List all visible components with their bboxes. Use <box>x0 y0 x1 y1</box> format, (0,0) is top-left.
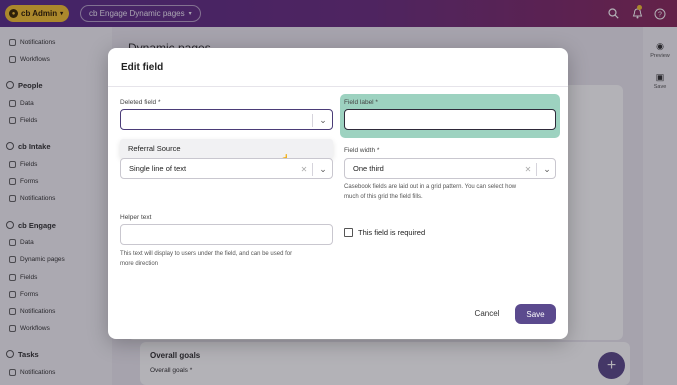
select-separator <box>312 163 313 176</box>
field-width-help: Casebook fields are laid out in a grid p… <box>344 183 559 202</box>
clear-icon[interactable]: ✕ <box>299 163 309 175</box>
required-checkbox-label[interactable]: This field is required <box>358 228 425 237</box>
field-width-help-line: much of this grid the field fills. <box>344 193 423 200</box>
save-button[interactable]: Save <box>515 304 556 324</box>
helper-text-help-line: more direction <box>120 260 159 267</box>
deleted-field-dropdown: Referral Source <box>120 139 333 158</box>
field-type-select[interactable]: Single line of text ✕ ⌄ <box>120 158 333 179</box>
chevron-down-icon[interactable]: ⌄ <box>317 163 329 175</box>
clear-icon[interactable]: ✕ <box>523 163 533 175</box>
required-checkbox[interactable] <box>344 228 353 237</box>
dropdown-option[interactable]: Referral Source <box>128 144 181 153</box>
cancel-button[interactable]: Cancel <box>466 305 508 322</box>
deleted-field-select[interactable]: ⌄ <box>120 109 333 130</box>
helper-text-help: This text will display to users under th… <box>120 250 333 269</box>
modal-title: Edit field <box>121 62 164 73</box>
modal-divider <box>108 86 568 87</box>
chevron-down-icon[interactable]: ⌄ <box>317 114 329 126</box>
deleted-field-label: Deleted field * <box>120 99 161 106</box>
helper-text-label: Helper text <box>120 214 152 221</box>
field-label-input[interactable] <box>344 109 556 130</box>
select-separator <box>536 163 537 176</box>
field-label-label: Field label * <box>344 99 378 106</box>
field-width-label: Field width * <box>344 147 380 154</box>
field-width-select[interactable]: One third ✕ ⌄ <box>344 158 556 179</box>
field-width-help-line: Casebook fields are laid out in a grid p… <box>344 184 517 190</box>
field-width-value: One third <box>353 164 384 173</box>
helper-text-help-line: This text will display to users under th… <box>120 251 293 257</box>
select-separator <box>312 114 313 127</box>
chevron-down-icon[interactable]: ⌄ <box>541 163 553 175</box>
field-type-value: Single line of text <box>129 164 187 173</box>
helper-text-input[interactable] <box>120 224 333 245</box>
